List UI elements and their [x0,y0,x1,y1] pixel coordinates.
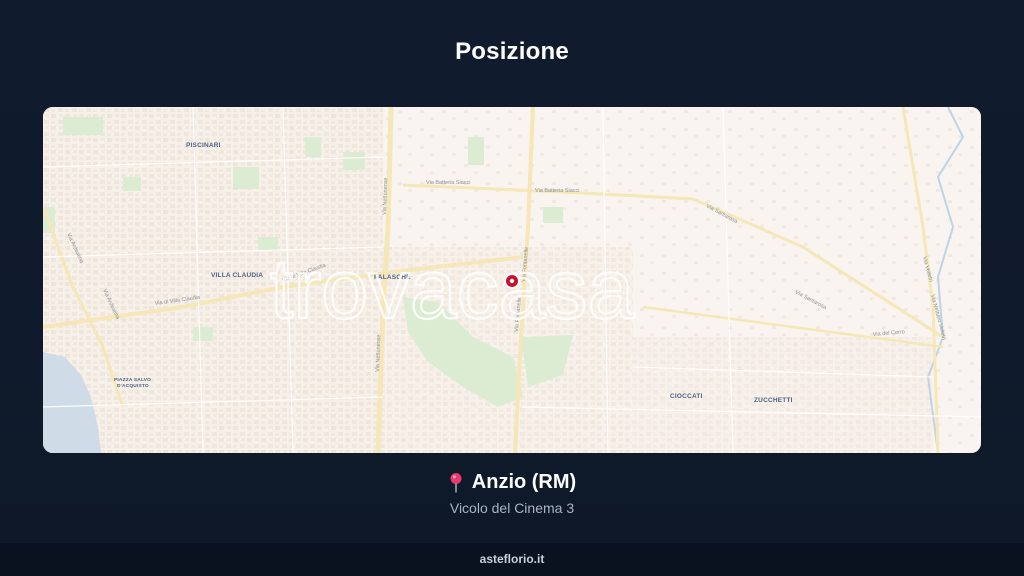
svg-text:PIAZZA SALVO: PIAZZA SALVO [114,377,151,383]
svg-text:Via Batteria Siacci: Via Batteria Siacci [426,180,471,186]
location-row: Anzio (RM) [0,471,1024,494]
svg-text:Via Batteria Siacci: Via Batteria Siacci [535,188,580,194]
svg-text:CIOCCATI: CIOCCATI [670,393,703,400]
location-city: Anzio (RM) [471,471,577,493]
location-marker-icon[interactable] [504,273,520,289]
svg-text:ZUCCHETTI: ZUCCHETTI [754,397,793,404]
map-view[interactable]: PISCINARI VILLA CLAUDIA FALASCHE CIOCCAT… [43,107,981,453]
svg-text:PISCINARI: PISCINARI [186,142,221,149]
svg-text:VILLA CLAUDIA: VILLA CLAUDIA [211,272,263,279]
location-address: Vicolo del Cinema 3 [449,500,575,516]
pushpin-icon [450,472,462,492]
footer-site-link[interactable]: asteflorio.it [0,543,1024,576]
watermark-logo: trovacasa [270,242,634,336]
page-title: Posizione [455,38,569,65]
svg-text:D'ACQUISTO: D'ACQUISTO [117,383,149,389]
